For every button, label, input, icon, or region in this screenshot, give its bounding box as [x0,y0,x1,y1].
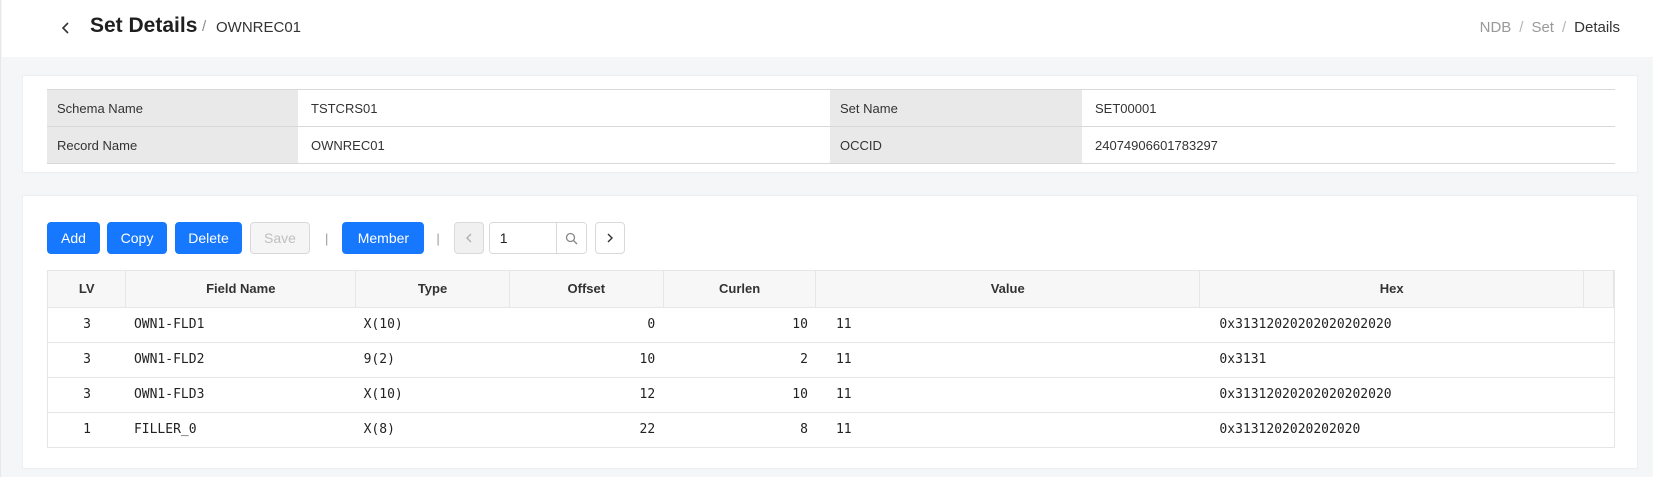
fields-card: Add Copy Delete Save | Member | 1 LV Fie… [22,195,1638,469]
fields-grid: LV Field Name Type Offset Curlen Value H… [47,270,1615,448]
cell-hex: 0x31312020202020202020 [1199,307,1584,343]
breadcrumb: NDB / Set / Details [1480,19,1620,36]
add-button[interactable]: Add [47,222,100,254]
column-header-curlen[interactable]: Curlen [663,271,817,308]
cell-type: X(8) [363,422,395,438]
prev-page-button[interactable] [453,222,484,254]
save-button[interactable]: Save [250,222,310,254]
cell-lv: 3 [48,377,126,413]
schema-name-label: Schema Name [47,89,298,127]
grid-header-row: LV Field Name Type Offset Curlen Value H… [48,271,1614,308]
info-row: Schema Name TSTCRS01 Set Name SET00001 [47,89,1615,127]
cell-type: X(10) [355,307,510,343]
breadcrumb-item-details: Details [1574,19,1620,36]
page-number-input[interactable] [489,223,556,253]
app-frame: Set Details / OWNREC01 NDB / Set / Detai… [0,0,1653,477]
cell-lv: 3 [48,307,126,343]
cell-hex: 0x31312020202020202020 [1199,377,1584,413]
breadcrumb-item-ndb[interactable]: NDB [1480,19,1512,36]
schema-name-value: TSTCRS01 [298,89,830,127]
column-header-hex[interactable]: Hex [1199,271,1585,308]
toolbar-separator: | [436,230,440,246]
page-subtitle: OWNREC01 [216,19,302,36]
occid-value: 24074906601783297 [1082,126,1615,164]
cell-curlen: 8 [800,422,808,438]
info-row: Record Name OWNREC01 OCCID 2407490660178… [47,126,1615,164]
cell-lv: 3 [48,342,126,378]
breadcrumb-separator: / [1561,19,1567,36]
record-name-label: Record Name [47,126,298,164]
cell-spacer [1584,412,1614,447]
toolbar-separator: | [325,230,329,246]
column-header-type[interactable]: Type [355,271,510,308]
set-name-value: SET00001 [1082,89,1615,127]
cell-offset: 0 [509,307,664,343]
column-header-value[interactable]: Value [815,271,1200,308]
cell-curlen: 10 [663,307,816,343]
cell-spacer [1583,342,1614,378]
copy-button[interactable]: Copy [107,222,167,254]
cell-spacer [1583,377,1614,413]
cell-type: X(10) [355,377,510,413]
breadcrumb-separator: / [1519,19,1524,36]
cell-value[interactable]: 11 [816,412,1199,447]
occid-label: OCCID [830,126,1082,164]
chevron-left-icon [61,22,69,34]
page-search-button[interactable] [555,223,586,253]
cell-field-name: OWN1-FLD1 [125,307,356,343]
page-header: Set Details / OWNREC01 NDB / Set / Detai… [2,0,1653,57]
cell-offset: 12 [509,377,664,413]
cell-field-name: OWN1-FLD3 [125,377,356,413]
toolbar: Add Copy Delete Save | Member | [47,222,625,254]
cell-lv: 1 [83,422,91,438]
cell-field-name: OWN1-FLD2 [125,342,356,378]
cell-value[interactable]: 11 [815,342,1200,378]
cell-value[interactable]: 11 [815,377,1200,413]
cell-offset: 10 [509,342,664,378]
cell-spacer [1583,307,1614,343]
cell-hex: 0x3131202020202020 [1219,422,1361,438]
column-header-spacer [1583,271,1614,308]
cell-hex: 0x3131 [1199,342,1584,378]
back-button[interactable] [54,16,78,40]
title-separator: / [202,18,207,35]
cell-type: 9(2) [355,342,510,378]
member-button[interactable]: Member [342,222,425,254]
page-title: Set Details [90,14,198,37]
cell-value[interactable]: 11 [815,307,1200,343]
set-info-card: Schema Name TSTCRS01 Set Name SET00001 R… [22,75,1638,173]
page-input-group [488,222,587,254]
chevron-left-icon [465,233,472,243]
table-row[interactable]: 3 OWN1-FLD1 X(10) 0 10 11 0x313120202020… [48,307,1614,343]
column-header-offset[interactable]: Offset [509,271,664,308]
cell-field-name: FILLER_0 [133,422,197,438]
search-icon [565,232,578,244]
cell-curlen: 2 [663,342,816,378]
set-name-label: Set Name [830,89,1082,127]
column-header-field-name[interactable]: Field Name [125,271,357,308]
delete-button[interactable]: Delete [175,222,242,254]
column-header-lv[interactable]: LV [48,271,127,308]
set-info-table: Schema Name TSTCRS01 Set Name SET00001 R… [47,89,1615,164]
chevron-right-icon [607,233,613,243]
next-page-button[interactable] [594,222,625,254]
breadcrumb-item-set[interactable]: Set [1531,19,1554,36]
table-row[interactable]: 1 FILLER_0 X(8) 22 8 11 0x31312020202020… [48,412,1614,447]
record-name-value: OWNREC01 [298,126,830,164]
cell-offset: 22 [639,422,656,438]
table-row[interactable]: 3 OWN1-FLD2 9(2) 10 2 11 0x3131 [48,342,1614,378]
table-row[interactable]: 3 OWN1-FLD3 X(10) 12 10 11 0x31312020202… [48,377,1614,413]
cell-curlen: 10 [663,377,816,413]
